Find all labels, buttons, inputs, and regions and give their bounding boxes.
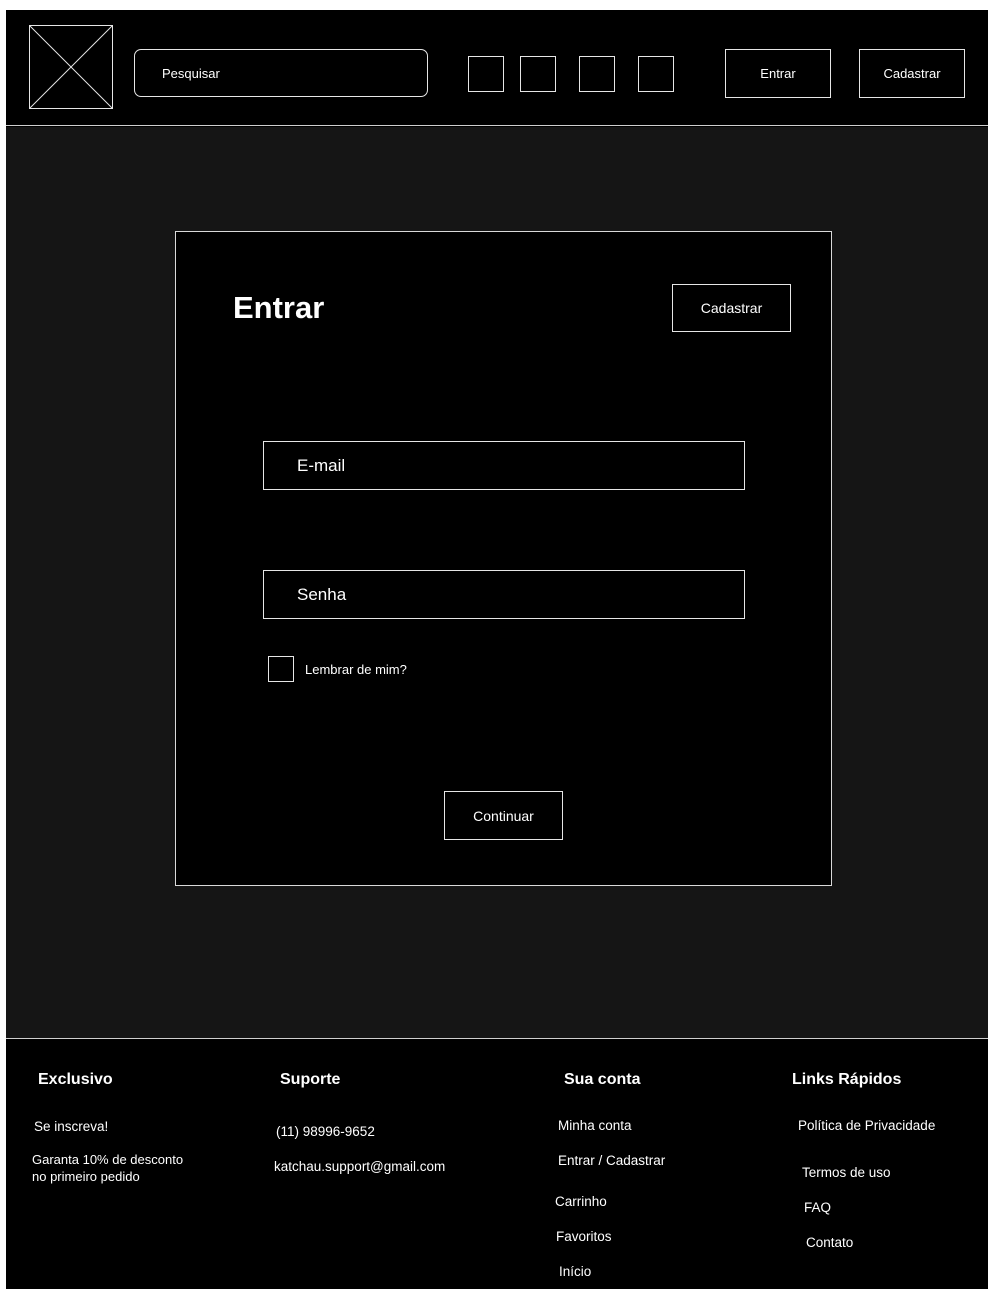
header-login-button[interactable]: Entrar — [725, 49, 831, 98]
header-icon-1[interactable] — [468, 56, 504, 92]
footer-discount-line2: no primeiro pedido — [32, 1169, 140, 1184]
footer-link-privacy[interactable]: Política de Privacidade — [798, 1118, 935, 1133]
footer-link-login-signup[interactable]: Entrar / Cadastrar — [558, 1153, 665, 1168]
header-signup-button[interactable]: Cadastrar — [859, 49, 965, 98]
main-content: Entrar Cadastrar Lembrar de mim? Continu… — [6, 127, 988, 1038]
footer-support-phone[interactable]: (11) 98996-9652 — [276, 1124, 375, 1139]
footer-discount-line1: Garanta 10% de desconto — [32, 1152, 184, 1167]
continue-button[interactable]: Continuar — [444, 791, 563, 840]
header-icon-4[interactable] — [638, 56, 674, 92]
site-header: Entrar Cadastrar — [6, 10, 988, 126]
search-input[interactable] — [134, 49, 428, 97]
footer-link-faq[interactable]: FAQ — [804, 1200, 831, 1215]
footer-heading-quick-links: Links Rápidos — [792, 1071, 902, 1088]
footer-link-terms[interactable]: Termos de uso — [802, 1165, 891, 1180]
footer-link-cart[interactable]: Carrinho — [555, 1194, 607, 1209]
header-icon-3[interactable] — [579, 56, 615, 92]
footer-heading-exclusive: Exclusivo — [38, 1071, 113, 1088]
footer-link-my-account[interactable]: Minha conta — [558, 1118, 632, 1133]
header-icon-2[interactable] — [520, 56, 556, 92]
footer-heading-support: Suporte — [280, 1071, 341, 1088]
card-signup-button[interactable]: Cadastrar — [672, 284, 791, 332]
footer-link-contact[interactable]: Contato — [806, 1235, 853, 1250]
remember-me-checkbox[interactable] — [268, 656, 294, 682]
footer-link-home[interactable]: Início — [559, 1264, 591, 1279]
footer-subscribe[interactable]: Se inscreva! — [34, 1119, 108, 1134]
footer-heading-account: Sua conta — [564, 1071, 641, 1088]
password-field[interactable] — [263, 570, 745, 619]
footer-link-favorites[interactable]: Favoritos — [556, 1229, 612, 1244]
remember-me-label: Lembrar de mim? — [305, 661, 407, 677]
email-field[interactable] — [263, 441, 745, 490]
login-title: Entrar — [233, 290, 325, 325]
remember-me[interactable]: Lembrar de mim? — [268, 656, 407, 682]
footer-support-email[interactable]: katchau.support@gmail.com — [274, 1159, 445, 1174]
image-placeholder-icon — [30, 26, 112, 108]
logo-placeholder-image[interactable] — [29, 25, 113, 109]
site-footer: Exclusivo Se inscreva! Garanta 10% de de… — [6, 1038, 988, 1289]
login-card: Entrar Cadastrar Lembrar de mim? Continu… — [175, 231, 832, 886]
page-frame: Entrar Cadastrar Entrar Cadastrar Lembra… — [6, 10, 988, 1289]
